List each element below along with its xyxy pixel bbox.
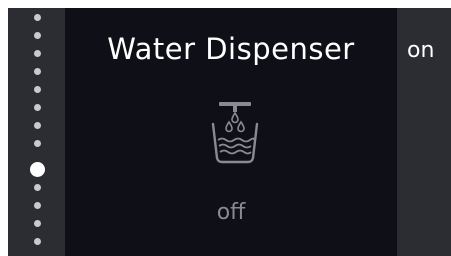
page-dot-active[interactable]: [30, 162, 45, 177]
page-dot[interactable]: [34, 220, 41, 227]
next-panel-label: on: [407, 38, 435, 63]
page-dot[interactable]: [34, 32, 41, 39]
page-dot[interactable]: [34, 202, 41, 209]
page-dot[interactable]: [34, 122, 41, 129]
page-indicator: [8, 8, 65, 256]
page-dot[interactable]: [34, 86, 41, 93]
appliance-screen: Water Dispenser off on: [8, 8, 451, 256]
panel-title: Water Dispenser: [107, 32, 355, 66]
water-dispenser-panel[interactable]: Water Dispenser off: [65, 8, 397, 256]
page-dot[interactable]: [34, 104, 41, 111]
page-dot[interactable]: [34, 68, 41, 75]
dispenser-state: off: [216, 200, 246, 225]
next-panel[interactable]: on: [397, 8, 451, 256]
page-dot[interactable]: [34, 140, 41, 147]
page-dot[interactable]: [34, 184, 41, 191]
page-dot[interactable]: [34, 238, 41, 245]
page-dot[interactable]: [34, 50, 41, 57]
water-dispenser-icon: [205, 100, 265, 166]
page-dot[interactable]: [34, 14, 41, 21]
